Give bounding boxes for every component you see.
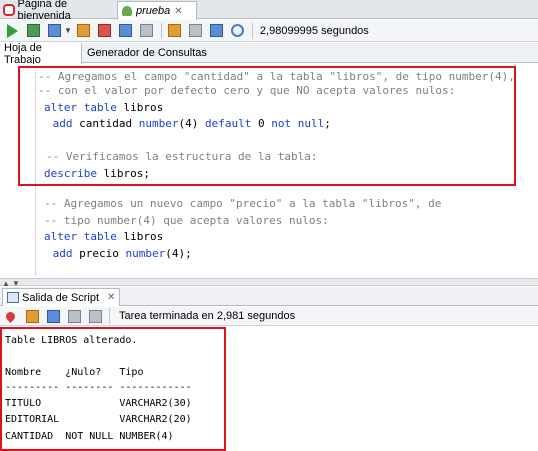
text-token: precio (72, 247, 126, 260)
play-icon (6, 23, 18, 38)
panel-splitter[interactable]: ▲ ▼ (0, 278, 538, 288)
script-output: Table LIBROS alterado. Nombre ¿Nulo? Tipo… (0, 327, 538, 451)
tab-hoja-de-trabajo[interactable]: Hoja de Trabajo (0, 42, 82, 66)
execution-time: 2,98099995 segundos (259, 24, 369, 37)
comment-token: -- Agregamos un nuevo campo "precio" a l… (44, 197, 442, 210)
toolbar-divider (251, 22, 253, 39)
autotrace-icon (77, 24, 91, 37)
keyword-token: alter table (44, 230, 117, 243)
rollback-button[interactable] (97, 23, 113, 39)
document-tab-strip: Página de bienvenida prueba ✕ (0, 0, 538, 22)
print-icon (67, 309, 81, 323)
clear-output-button[interactable] (24, 308, 40, 324)
highlight-box (0, 327, 226, 451)
text-token: libros (116, 230, 164, 243)
save-icon (46, 309, 60, 323)
tab-salida-de-script[interactable]: Salida de Script ✕ (2, 288, 121, 306)
toolbar-divider (109, 308, 110, 324)
rollback-icon (98, 24, 112, 37)
tab-label: Página de bienvenida (17, 0, 71, 22)
keyword-token: number (125, 247, 166, 260)
close-icon[interactable]: ✕ (174, 6, 182, 17)
close-icon[interactable]: ✕ (107, 292, 115, 303)
pin-icon[interactable] (4, 309, 17, 323)
chevron-down-icon[interactable]: ▼ (64, 26, 72, 35)
format-icon (210, 24, 224, 37)
highlight-box (18, 66, 516, 186)
worksheet-toolbar: ▼ 2,98099995 segundos (0, 20, 538, 42)
tab-label: Salida de Script (22, 291, 100, 304)
worksheet-subtabs: Hoja de Trabajo Generador de Consultas (0, 42, 538, 66)
save-output-button[interactable] (45, 308, 61, 324)
tab-prueba[interactable]: prueba ✕ (117, 1, 197, 20)
sql-tuning-icon (140, 24, 154, 37)
sql-tuning-button[interactable] (139, 23, 155, 39)
eraser-icon (25, 309, 39, 323)
comment-token: -- tipo number(4) que acepta valores nul… (44, 214, 329, 227)
commit-icon (47, 24, 61, 37)
output-options-button[interactable] (87, 308, 103, 324)
explain-plan-icon (119, 24, 133, 37)
document-icon (88, 309, 102, 323)
tab-pagina-bienvenida[interactable]: Página de bienvenida (3, 0, 117, 22)
history-button[interactable] (230, 23, 246, 39)
script-output-icon (7, 292, 19, 303)
output-toolbar: Tarea terminada en 2,981 segundos (0, 307, 538, 326)
print-output-button[interactable] (66, 308, 82, 324)
oracle-icon (3, 4, 15, 16)
code-line: add precio number(4); (46, 247, 192, 261)
tab-generador-de-consultas[interactable]: Generador de Consultas (87, 43, 207, 63)
clock-icon (231, 24, 245, 37)
format-button[interactable] (209, 23, 225, 39)
code-line: -- Agregamos un nuevo campo "precio" a l… (44, 197, 441, 211)
code-line: alter table libros (44, 230, 163, 244)
tab-label: prueba (136, 5, 171, 17)
run-script-button[interactable] (25, 23, 41, 39)
sql-editor[interactable]: -- Agregamos el campo "cantidad" a la ta… (0, 64, 538, 278)
keyword-token: add (52, 247, 73, 260)
autotrace-button[interactable] (76, 23, 92, 39)
run-script-icon (26, 24, 40, 37)
text-token: (4); (165, 247, 192, 260)
database-icon (121, 5, 133, 17)
unshared-icon (168, 24, 182, 37)
eraser-icon (189, 24, 203, 37)
task-status: Tarea terminada en 2,981 segundos (119, 310, 296, 322)
clear-button[interactable] (188, 23, 204, 39)
commit-button[interactable] (46, 23, 62, 39)
code-line: -- tipo number(4) que acepta valores nul… (44, 214, 329, 228)
explain-plan-button[interactable] (118, 23, 134, 39)
run-statement-button[interactable] (4, 23, 20, 39)
unshared-worksheet-button[interactable] (167, 23, 183, 39)
toolbar-divider (160, 22, 162, 39)
output-tab-strip: Salida de Script ✕ (0, 287, 538, 306)
